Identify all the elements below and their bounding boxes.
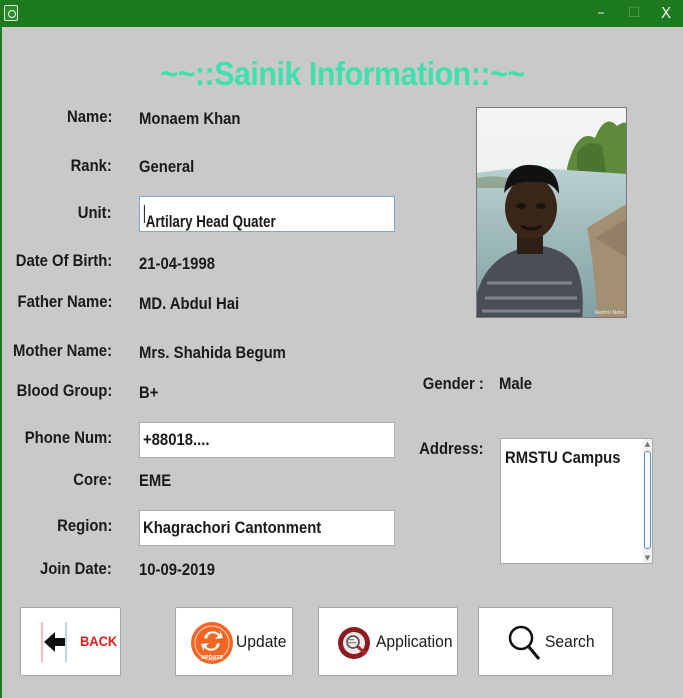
update-icon: UPDATE: [191, 622, 233, 664]
name-value: Monaem Khan: [139, 110, 241, 128]
update-button[interactable]: UPDATE Update: [175, 607, 293, 676]
page-title: ~~::Sainik Information::~~: [160, 55, 525, 92]
blood-group-label: Blood Group:: [16, 382, 112, 400]
phone-input[interactable]: +88018....: [139, 422, 395, 458]
app-icon: [4, 5, 18, 21]
father-name-label: Father Name:: [17, 293, 112, 311]
application-button[interactable]: Application: [318, 607, 458, 676]
region-label: Region:: [56, 517, 112, 535]
unit-input-text: Artilary Head Quater: [145, 213, 276, 231]
maximize-button[interactable]: ☐: [619, 4, 649, 22]
update-icon-text: UPDATE: [201, 655, 224, 661]
address-text: RMSTU Campus: [505, 449, 621, 467]
join-date-label: Join Date:: [40, 560, 112, 578]
scroll-up-icon[interactable]: ▲: [643, 439, 652, 449]
region-input-text: Khagrachori Cantonment: [143, 519, 322, 537]
region-input[interactable]: Khagrachori Cantonment: [139, 510, 395, 546]
phone-label: Phone Num:: [24, 429, 112, 447]
core-label: Core:: [73, 471, 112, 489]
profile-photo: Redmi Note 7: [476, 107, 627, 318]
unit-label: Unit:: [78, 204, 112, 222]
update-button-label: Update: [236, 632, 287, 651]
core-value: EME: [139, 472, 172, 490]
rank-value: General: [139, 158, 195, 176]
name-label: Name:: [66, 108, 112, 126]
dob-label: Date Of Birth:: [15, 252, 112, 270]
text-caret: [143, 205, 145, 223]
main-window: – ☐ X ~~::Sainik Information::~~ Name: R…: [0, 0, 683, 698]
form-area: ~~::Sainik Information::~~ Name: Rank: U…: [2, 27, 683, 698]
address-textarea[interactable]: RMSTU Campus ▲ ▼: [500, 438, 653, 564]
title-bar[interactable]: – ☐ X: [1, 1, 683, 27]
application-icon: [338, 627, 370, 659]
gender-label: Gender :: [422, 375, 484, 393]
scroll-thumb[interactable]: [644, 451, 651, 549]
unit-input[interactable]: Artilary Head Quater: [139, 196, 395, 232]
search-icon: [508, 625, 541, 660]
back-button-label: BACK: [80, 633, 118, 649]
address-scrollbar[interactable]: ▲ ▼: [643, 439, 652, 563]
father-name-value: MD. Abdul Hai: [139, 295, 240, 313]
join-date-value: 10-09-2019: [139, 561, 215, 579]
phone-input-text: +88018....: [143, 431, 210, 449]
address-label: Address:: [419, 440, 484, 458]
blood-group-value: B+: [139, 384, 159, 402]
mother-name-value: Mrs. Shahida Begum: [139, 344, 286, 362]
scroll-down-icon[interactable]: ▼: [643, 553, 652, 563]
search-button[interactable]: Search: [478, 607, 613, 676]
search-button-label: Search: [545, 632, 595, 651]
rank-label: Rank:: [70, 157, 112, 175]
back-arrow-icon: [41, 622, 67, 662]
minimize-button[interactable]: –: [586, 4, 616, 22]
application-button-label: Application: [376, 632, 453, 651]
close-button[interactable]: X: [651, 4, 681, 22]
mother-name-label: Mother Name:: [13, 342, 113, 360]
back-button[interactable]: BACK: [20, 607, 121, 676]
dob-value: 21-04-1998: [139, 255, 215, 273]
gender-value: Male: [499, 375, 533, 393]
svg-text:Redmi Note 7: Redmi Note 7: [595, 310, 627, 316]
